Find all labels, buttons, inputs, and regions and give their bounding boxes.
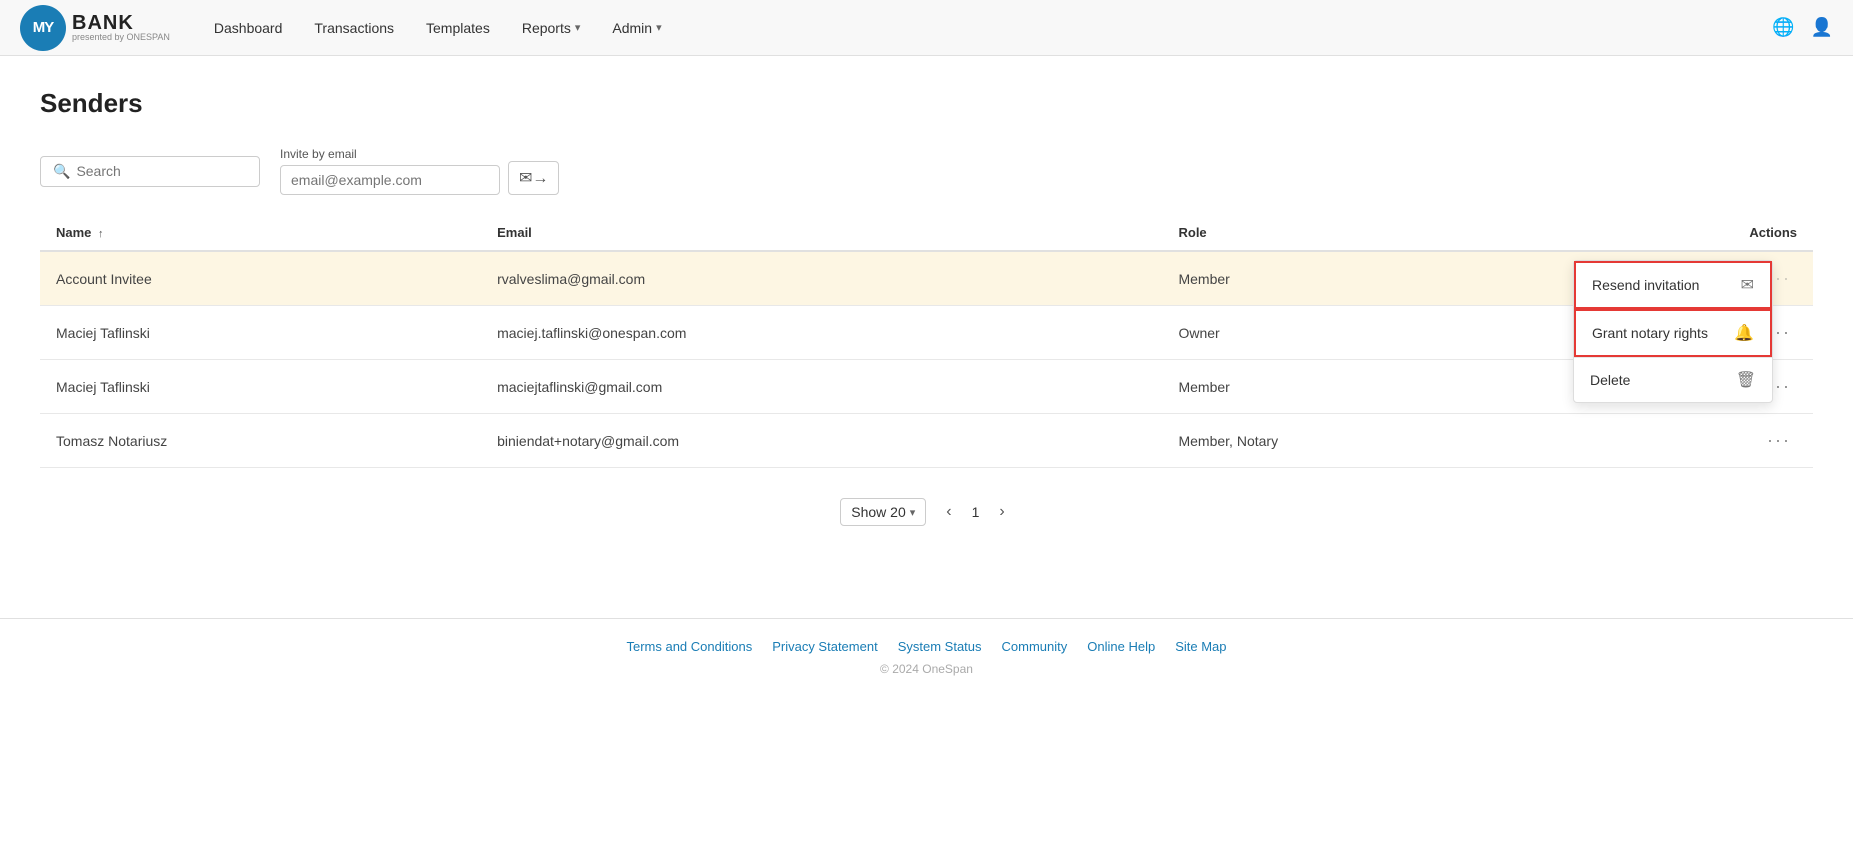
col-role: Role <box>1162 215 1567 251</box>
notary-icon: 🔔 <box>1734 323 1754 343</box>
senders-table: Name ↑ Email Role Actions Accoun <box>40 215 1813 468</box>
search-input[interactable] <box>76 163 236 179</box>
globe-icon[interactable]: 🌐 <box>1772 17 1794 38</box>
logo-text: BANK presented by ONESPAN <box>72 13 170 42</box>
name-sort-icon: ↑ <box>98 228 104 240</box>
logo-circle: MY <box>20 5 66 51</box>
admin-chevron-icon: ▾ <box>656 21 662 34</box>
resend-label: Resend invitation <box>1592 277 1699 293</box>
cell-name: Account Invitee <box>40 251 481 306</box>
prev-page-button[interactable]: ‹ <box>938 499 959 525</box>
col-actions: Actions <box>1568 215 1813 251</box>
invite-label: Invite by email <box>280 147 500 161</box>
search-box: 🔍 <box>40 156 260 187</box>
cell-actions: ··· <box>1568 414 1813 468</box>
table-header-row: Name ↑ Email Role Actions <box>40 215 1813 251</box>
logo-bank-text: BANK <box>72 12 134 34</box>
footer: Terms and Conditions Privacy Statement Sys… <box>0 618 1853 696</box>
footer-link-community[interactable]: Community <box>1002 639 1068 654</box>
col-name[interactable]: Name ↑ <box>40 215 481 251</box>
invite-send-button[interactable]: ✉→ <box>508 161 559 195</box>
grant-notary-label: Grant notary rights <box>1592 325 1708 341</box>
invite-input-wrap: Invite by email <box>280 147 500 195</box>
reports-chevron-icon: ▾ <box>575 21 581 34</box>
grant-notary-button[interactable]: Grant notary rights 🔔 <box>1574 309 1772 357</box>
nav-right: 🌐 👤 <box>1772 17 1833 38</box>
table-row: Maciej Taflinski maciejtaflinski@gmail.c… <box>40 360 1813 414</box>
show-select[interactable]: Show 20 ▾ <box>840 498 926 526</box>
footer-link-privacy[interactable]: Privacy Statement <box>772 639 878 654</box>
page-title: Senders <box>40 88 1813 119</box>
cell-role: Member <box>1162 251 1567 306</box>
cell-role: Owner <box>1162 306 1567 360</box>
cell-role: Member <box>1162 360 1567 414</box>
cell-name: Maciej Taflinski <box>40 360 481 414</box>
nav-dashboard[interactable]: Dashboard <box>200 12 297 44</box>
nav-templates[interactable]: Templates <box>412 12 504 44</box>
actions-dropdown: Resend invitation ✉ Grant notary rights … <box>1573 260 1773 403</box>
invite-group: Invite by email ✉→ <box>280 147 559 195</box>
navbar: MY BANK presented by ONESPAN Dashboard T… <box>0 0 1853 56</box>
nav-transactions[interactable]: Transactions <box>300 12 408 44</box>
footer-copyright: © 2024 OneSpan <box>20 662 1833 676</box>
logo-sub-text: presented by ONESPAN <box>72 33 170 42</box>
footer-link-status[interactable]: System Status <box>898 639 982 654</box>
nav-reports[interactable]: Reports ▾ <box>508 12 595 44</box>
col-email: Email <box>481 215 1162 251</box>
footer-links: Terms and Conditions Privacy Statement Sys… <box>20 639 1833 654</box>
pagination: Show 20 ▾ ‹ 1 › <box>40 498 1813 526</box>
user-icon[interactable]: 👤 <box>1811 17 1833 38</box>
logo: MY BANK presented by ONESPAN <box>20 5 170 51</box>
table-row: Tomasz Notariusz biniendat+notary@gmail.… <box>40 414 1813 468</box>
cell-name: Maciej Taflinski <box>40 306 481 360</box>
resend-invitation-button[interactable]: Resend invitation ✉ <box>1574 261 1772 309</box>
table-row: Account Invitee rvalveslima@gmail.com Me… <box>40 251 1813 306</box>
cell-email: biniendat+notary@gmail.com <box>481 414 1162 468</box>
delete-icon: 🗑 <box>1736 370 1756 390</box>
more-actions-button[interactable]: ··· <box>1761 428 1797 453</box>
invite-email-input[interactable] <box>280 165 500 195</box>
footer-link-help[interactable]: Online Help <box>1087 639 1155 654</box>
resend-icon: ✉ <box>1741 275 1754 295</box>
cell-role: Member, Notary <box>1162 414 1567 468</box>
cell-email: rvalveslima@gmail.com <box>481 251 1162 306</box>
next-page-button[interactable]: › <box>991 499 1012 525</box>
toolbar: 🔍 Invite by email ✉→ <box>40 147 1813 195</box>
cell-email: maciejtaflinski@gmail.com <box>481 360 1162 414</box>
cell-actions: Resend invitation ✉ Grant notary rights … <box>1568 251 1813 306</box>
footer-link-terms[interactable]: Terms and Conditions <box>626 639 752 654</box>
cell-name: Tomasz Notariusz <box>40 414 481 468</box>
nav-admin[interactable]: Admin ▾ <box>598 12 675 44</box>
page-content: Senders 🔍 Invite by email ✉→ Name ↑ <box>0 56 1853 558</box>
footer-link-sitemap[interactable]: Site Map <box>1175 639 1226 654</box>
table-row: Maciej Taflinski maciej.taflinski@onespa… <box>40 306 1813 360</box>
search-icon: 🔍 <box>53 163 70 180</box>
current-page: 1 <box>972 504 980 520</box>
delete-button[interactable]: Delete 🗑 <box>1574 358 1772 402</box>
nav-links: Dashboard Transactions Templates Reports… <box>200 12 1772 44</box>
logo-my: MY <box>33 19 54 36</box>
cell-email: maciej.taflinski@onespan.com <box>481 306 1162 360</box>
delete-label: Delete <box>1590 372 1630 388</box>
show-select-chevron-icon: ▾ <box>910 506 916 519</box>
